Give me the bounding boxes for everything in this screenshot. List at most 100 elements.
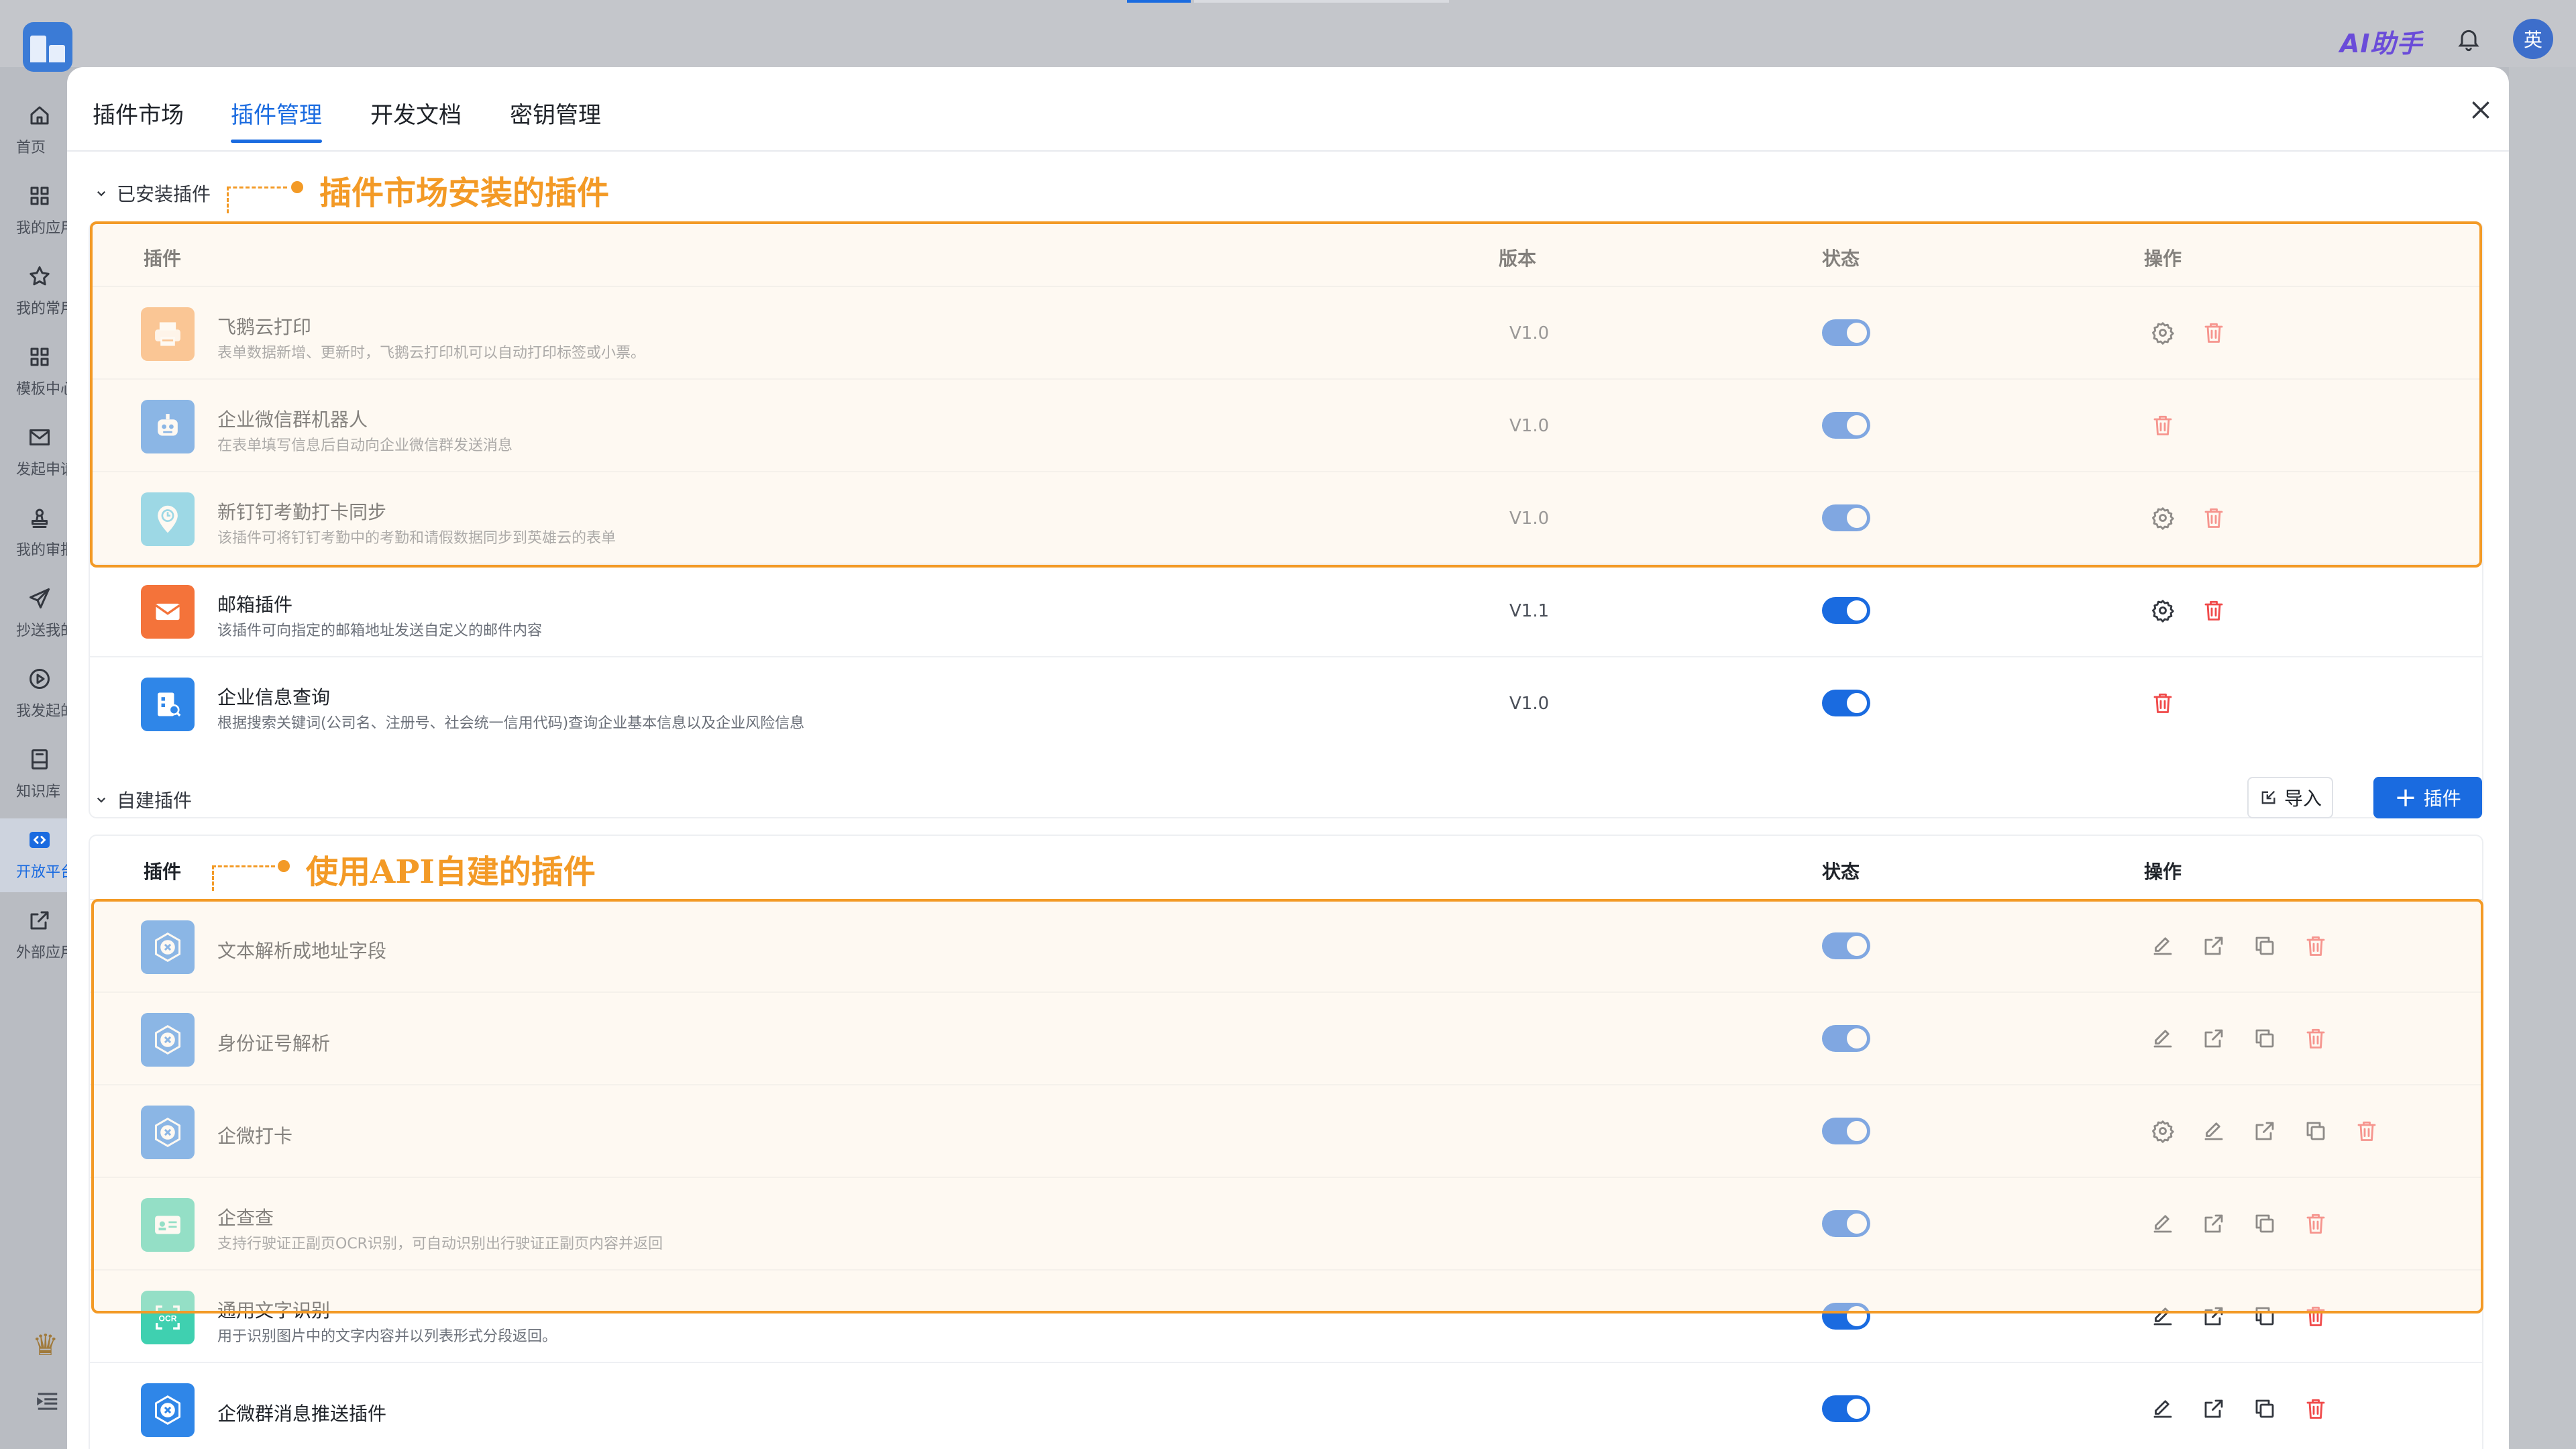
status-toggle[interactable] — [1822, 597, 1870, 624]
settings-icon[interactable] — [2151, 506, 2175, 530]
sidebar-item-book[interactable]: 知识库 — [0, 738, 67, 812]
copy-icon[interactable] — [2304, 1119, 2328, 1143]
edit-icon[interactable] — [2202, 1119, 2226, 1143]
sidebar-item-stamp[interactable]: 我的审批 — [0, 496, 67, 570]
copy-icon[interactable] — [2253, 1397, 2277, 1421]
delete-icon[interactable] — [2304, 1026, 2328, 1051]
tab-plugin-management[interactable]: 插件管理 — [231, 97, 322, 143]
plugin-name: 企查查 — [217, 1207, 274, 1229]
table-row: OCR 通用文字识别 用于识别图片中的文字内容并以列表形式分段返回。 — [90, 1271, 2482, 1363]
open-icon[interactable] — [2202, 1212, 2226, 1236]
sidebar-item-label: 知识库 — [16, 784, 61, 800]
edit-icon[interactable] — [2151, 1397, 2175, 1421]
annotation-dot — [291, 181, 303, 193]
sidebar-item-label: 我发起的 — [16, 703, 67, 720]
sidebar-item-send[interactable]: 抄送我的 — [0, 577, 67, 651]
delete-icon[interactable] — [2202, 321, 2226, 345]
delete-icon[interactable] — [2151, 413, 2175, 437]
edit-icon[interactable] — [2151, 1304, 2175, 1328]
table-row: 企业信息查询 根据搜索关键词(公司名、注册号、社会统一信用代码)查询企业基本信息以… — [90, 657, 2482, 750]
delete-icon[interactable] — [2304, 1304, 2328, 1328]
delete-icon[interactable] — [2355, 1119, 2379, 1143]
custom-section-toggle[interactable]: 自建插件 — [95, 786, 192, 813]
apps-icon — [28, 174, 52, 211]
settings-icon[interactable] — [2151, 321, 2175, 345]
edit-icon[interactable] — [2151, 1026, 2175, 1051]
delete-icon[interactable] — [2151, 691, 2175, 715]
robot-icon — [141, 400, 195, 453]
plugin-description: 该插件可将钉钉考勤中的考勤和请假数据同步到英雄云的表单 — [217, 530, 616, 547]
external-icon — [28, 899, 52, 935]
svg-text:OCR: OCR — [159, 1313, 177, 1323]
copy-icon[interactable] — [2253, 1212, 2277, 1236]
delete-icon[interactable] — [2304, 1212, 2328, 1236]
status-toggle[interactable] — [1822, 1025, 1870, 1052]
top-tab-indicator — [1127, 0, 1191, 3]
custom-section-title: 自建插件 — [117, 790, 193, 812]
copy-icon[interactable] — [2253, 1026, 2277, 1051]
sidebar-item-label: 我的常用 — [16, 301, 67, 317]
tab-plugin-market[interactable]: 插件市场 — [93, 97, 184, 129]
status-toggle[interactable] — [1822, 1395, 1870, 1422]
table-row: 企微打卡 — [90, 1085, 2482, 1178]
status-toggle[interactable] — [1822, 412, 1870, 439]
open-icon[interactable] — [2202, 1026, 2226, 1051]
sidebar-item-code[interactable]: 开放平台 — [0, 818, 67, 892]
copy-icon[interactable] — [2253, 934, 2277, 958]
delete-icon[interactable] — [2304, 934, 2328, 958]
tab-dev-docs[interactable]: 开发文档 — [370, 97, 462, 129]
edit-icon[interactable] — [2151, 934, 2175, 958]
app-topbar — [0, 0, 2576, 67]
crown-icon[interactable]: ♛ — [32, 1328, 58, 1362]
open-icon[interactable] — [2202, 934, 2226, 958]
status-toggle[interactable] — [1822, 690, 1870, 716]
import-button[interactable]: 导入 — [2247, 777, 2333, 818]
table-row: 企查查 支持行驶证正副页OCR识别，可自动识别出行驶证正副页内容并返回 — [90, 1178, 2482, 1271]
background-panel — [2509, 67, 2576, 1449]
open-icon[interactable] — [2253, 1119, 2277, 1143]
sidebar-item-play[interactable]: 我发起的 — [0, 657, 67, 731]
add-plugin-button[interactable]: + 插件 — [2373, 777, 2482, 818]
status-toggle[interactable] — [1822, 1303, 1870, 1330]
sidebar-item-external[interactable]: 外部应用 — [0, 899, 67, 973]
open-icon[interactable] — [2202, 1397, 2226, 1421]
sidebar-item-template[interactable]: 模板中心 — [0, 335, 67, 409]
open-icon[interactable] — [2202, 1304, 2226, 1328]
plugin-name: 企微群消息推送插件 — [217, 1403, 387, 1425]
tab-bar: 插件市场 插件管理 开发文档 密钥管理 — [67, 67, 2509, 152]
settings-icon[interactable] — [2151, 1119, 2175, 1143]
settings-icon[interactable] — [2151, 598, 2175, 623]
table-row: 飞鹅云打印 表单数据新增、更新时，飞鹅云打印机可以自动打印标签或小票。 V1.0 — [90, 287, 2482, 380]
sidebar-item-mail[interactable]: 发起申请 — [0, 416, 67, 490]
status-toggle[interactable] — [1822, 504, 1870, 531]
close-icon[interactable] — [2467, 97, 2494, 123]
installed-section-toggle[interactable]: 已安装插件 — [95, 180, 211, 207]
import-icon — [2261, 790, 2275, 804]
ocr-icon: OCR — [141, 1291, 195, 1344]
plugin-version: V1.1 — [1509, 601, 1550, 621]
status-toggle[interactable] — [1822, 1210, 1870, 1237]
book-icon — [28, 738, 52, 774]
sidebar-item-star[interactable]: 我的常用 — [0, 255, 67, 329]
avatar[interactable]: 英 — [2513, 19, 2553, 59]
status-toggle[interactable] — [1822, 319, 1870, 346]
delete-icon[interactable] — [2304, 1397, 2328, 1421]
menu-collapse-icon[interactable] — [35, 1389, 60, 1414]
status-toggle[interactable] — [1822, 932, 1870, 959]
status-toggle[interactable] — [1822, 1118, 1870, 1144]
mail-icon — [28, 416, 52, 452]
app-logo[interactable] — [23, 22, 72, 72]
sidebar-item-apps[interactable]: 我的应用 — [0, 174, 67, 248]
delete-icon[interactable] — [2202, 506, 2226, 530]
ai-assistant-button[interactable]: AI助手 — [2340, 23, 2423, 60]
plugin-description: 在表单填写信息后自动向企业微信群发送消息 — [217, 437, 513, 454]
play-icon — [28, 657, 52, 694]
tab-key-management[interactable]: 密钥管理 — [510, 97, 601, 129]
plugin-dialog: 插件市场 插件管理 开发文档 密钥管理 已安装插件 插件市场安装的插件 插件 版… — [67, 67, 2509, 1449]
delete-icon[interactable] — [2202, 598, 2226, 623]
copy-icon[interactable] — [2253, 1304, 2277, 1328]
bell-icon[interactable] — [2455, 25, 2482, 52]
sidebar-item-home[interactable]: 首页 — [0, 94, 67, 168]
plugin-version: V1.0 — [1509, 694, 1550, 714]
edit-icon[interactable] — [2151, 1212, 2175, 1236]
